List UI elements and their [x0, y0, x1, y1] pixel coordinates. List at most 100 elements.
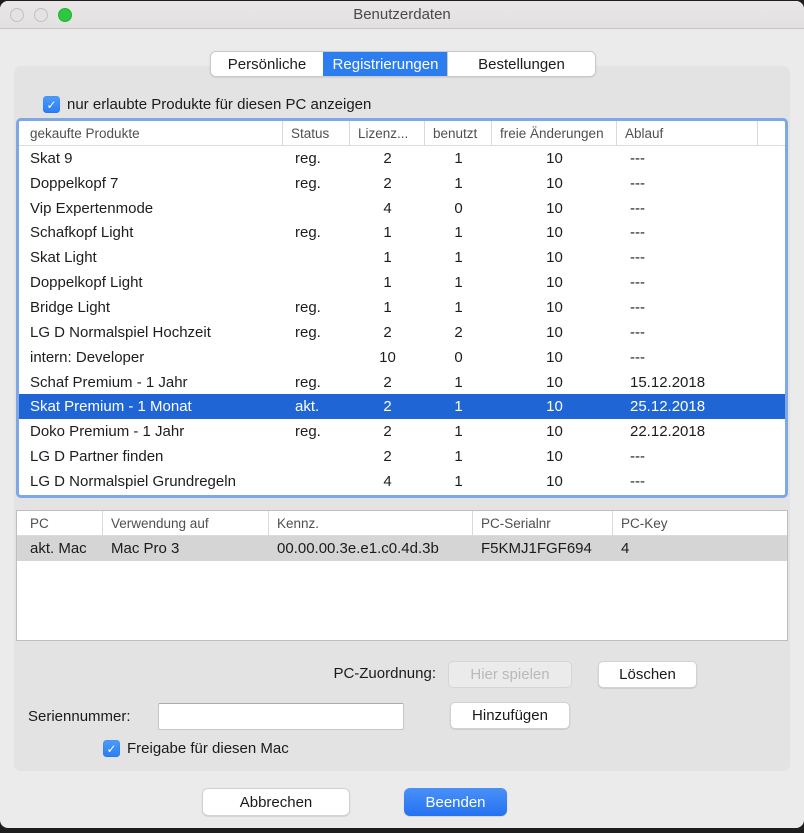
- table-row[interactable]: Schaf Premium - 1 Jahrreg.211015.12.2018: [19, 370, 785, 395]
- table-cell: 10: [492, 349, 617, 366]
- abbrechen-button[interactable]: Abbrechen: [202, 788, 350, 816]
- table-cell: 10: [492, 249, 617, 266]
- table-cell: 1: [350, 249, 425, 266]
- table-cell: 10: [492, 299, 617, 316]
- table-cell: 1: [425, 175, 492, 192]
- window-title: Benutzerdaten: [0, 1, 804, 29]
- table-cell: Schaf Premium - 1 Jahr: [19, 374, 283, 391]
- table-row[interactable]: Vip Expertenmode4010---: [19, 196, 785, 221]
- table-cell: Skat Premium - 1 Monat: [19, 398, 283, 415]
- table-cell: Schafkopf Light: [19, 224, 283, 241]
- table-cell: akt.: [283, 398, 350, 415]
- table-cell: 2: [350, 398, 425, 415]
- table-cell: 10: [492, 200, 617, 217]
- table-cell: ---: [617, 249, 758, 266]
- table-cell: reg.: [283, 150, 350, 167]
- table-cell: ---: [617, 473, 758, 490]
- tab-persoenliche[interactable]: Persönliche: [211, 52, 323, 76]
- table-cell: ---: [617, 299, 758, 316]
- table-cell: intern: Developer: [19, 349, 283, 366]
- table-cell: 2: [350, 150, 425, 167]
- table-cell: 4: [350, 473, 425, 490]
- table-cell: 22.12.2018: [617, 423, 758, 440]
- tab-registrierungen[interactable]: Registrierungen: [323, 52, 447, 76]
- tab-bar: Persönliche Registrierungen Bestellungen: [210, 51, 596, 77]
- table-cell: Bridge Light: [19, 299, 283, 316]
- table-row[interactable]: LG D Partner finden 2110---: [19, 444, 785, 469]
- products-table: gekaufte Produkte Status Lizenz... benut…: [16, 118, 788, 498]
- seriennummer-input[interactable]: [158, 703, 404, 730]
- column-header-lizenz[interactable]: Lizenz...: [350, 121, 425, 145]
- table-row[interactable]: Skat Light1110---: [19, 245, 785, 270]
- column-header-ablauf[interactable]: Ablauf: [617, 121, 758, 145]
- table-cell: reg.: [283, 224, 350, 241]
- beenden-button[interactable]: Beenden: [404, 788, 507, 816]
- column-header-pc-serialnr[interactable]: PC-Serialnr: [473, 511, 613, 535]
- table-row[interactable]: Doko Premium - 1 Jahrreg.211022.12.2018: [19, 419, 785, 444]
- table-cell: 10: [492, 398, 617, 415]
- column-header-freie-aenderungen[interactable]: freie Änderungen: [492, 121, 617, 145]
- loeschen-button[interactable]: Löschen: [598, 661, 697, 688]
- pc-table-header: PC Verwendung auf Kennz. PC-Serialnr PC-…: [17, 511, 787, 536]
- table-cell: 2: [350, 423, 425, 440]
- hinzufuegen-button[interactable]: Hinzufügen: [450, 702, 570, 729]
- products-table-header: gekaufte Produkte Status Lizenz... benut…: [19, 121, 785, 146]
- column-header-pc[interactable]: PC: [17, 511, 103, 535]
- column-header-gekaufte-produkte[interactable]: gekaufte Produkte: [19, 121, 283, 145]
- table-cell: 10: [492, 423, 617, 440]
- table-cell: 10: [492, 274, 617, 291]
- table-cell: 00.00.00.3e.e1.c0.4d.3b: [269, 540, 473, 557]
- freigabe-checkbox[interactable]: ✓: [103, 740, 120, 757]
- table-cell: Skat 9: [19, 150, 283, 167]
- table-cell: ---: [617, 349, 758, 366]
- table-cell: 10: [492, 448, 617, 465]
- table-cell: 2: [350, 324, 425, 341]
- pc-zuordnung-label: PC-Zuordnung:: [280, 665, 436, 682]
- table-row[interactable]: LG D Normalspiel Hochzeitreg.2210---: [19, 320, 785, 345]
- table-cell: 10: [492, 473, 617, 490]
- filter-checkbox-row: ✓ nur erlaubte Produkte für diesen PC an…: [43, 96, 371, 113]
- table-cell: 2: [350, 448, 425, 465]
- table-cell: ---: [617, 175, 758, 192]
- filter-checkbox[interactable]: ✓: [43, 96, 60, 113]
- table-row[interactable]: intern: Developer10010---: [19, 345, 785, 370]
- table-cell: Skat Light: [19, 249, 283, 266]
- table-cell: 4: [613, 540, 787, 557]
- table-cell: reg.: [283, 423, 350, 440]
- table-cell: 15.12.2018: [617, 374, 758, 391]
- column-header-status[interactable]: Status: [283, 121, 350, 145]
- table-cell: 10: [492, 324, 617, 341]
- products-table-body: Skat 9reg.2110---Doppelkopf 7reg.2110---…: [19, 146, 785, 494]
- table-row[interactable]: Doppelkopf 7reg.2110---: [19, 171, 785, 196]
- table-cell: ---: [617, 274, 758, 291]
- column-header-spacer: [758, 121, 785, 145]
- table-row[interactable]: Doppelkopf Light1110---: [19, 270, 785, 295]
- table-cell: ---: [617, 324, 758, 341]
- column-header-verwendung-auf[interactable]: Verwendung auf: [103, 511, 269, 535]
- table-cell: 10: [492, 175, 617, 192]
- table-row[interactable]: Schafkopf Lightreg.1110---: [19, 221, 785, 246]
- table-cell: 1: [425, 448, 492, 465]
- column-header-kennz[interactable]: Kennz.: [269, 511, 473, 535]
- table-cell: 25.12.2018: [617, 398, 758, 415]
- table-row[interactable]: akt. MacMac Pro 300.00.00.3e.e1.c0.4d.3b…: [17, 536, 787, 561]
- table-row[interactable]: Bridge Lightreg.1110---: [19, 295, 785, 320]
- table-cell: 10: [492, 224, 617, 241]
- table-cell: 0: [425, 200, 492, 217]
- column-header-benutzt[interactable]: benutzt: [425, 121, 492, 145]
- table-cell: Doppelkopf 7: [19, 175, 283, 192]
- table-row[interactable]: Skat Premium - 1 Monatakt.211025.12.2018: [19, 394, 785, 419]
- column-header-pc-key[interactable]: PC-Key: [613, 511, 787, 535]
- pc-table: PC Verwendung auf Kennz. PC-Serialnr PC-…: [16, 510, 788, 641]
- tab-bestellungen[interactable]: Bestellungen: [447, 52, 595, 76]
- table-cell: 1: [425, 423, 492, 440]
- table-row[interactable]: LG D Normalspiel Grundregeln4110---: [19, 469, 785, 494]
- table-cell: Mac Pro 3: [103, 540, 269, 557]
- table-cell: 1: [350, 224, 425, 241]
- table-cell: 1: [425, 374, 492, 391]
- table-cell: ---: [617, 448, 758, 465]
- table-cell: LG D Partner finden: [19, 448, 283, 465]
- benutzerdaten-dialog: Benutzerdaten Persönliche Registrierunge…: [0, 1, 804, 828]
- table-row[interactable]: Skat 9reg.2110---: [19, 146, 785, 171]
- table-cell: 1: [425, 224, 492, 241]
